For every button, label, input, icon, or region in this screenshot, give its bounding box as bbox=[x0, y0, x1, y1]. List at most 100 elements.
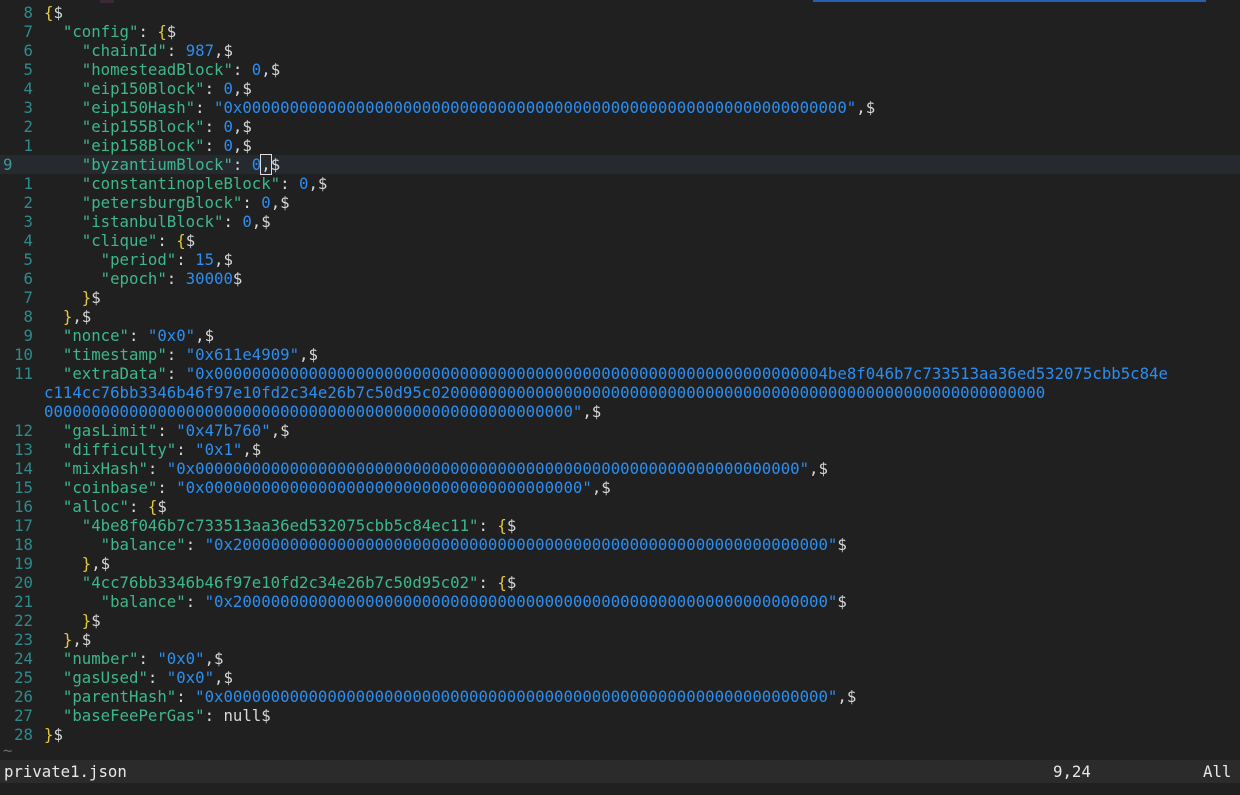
line-text[interactable]: "baseFeePerGas": null$ bbox=[44, 706, 271, 725]
line-text[interactable]: "difficulty": "0x1",$ bbox=[44, 440, 261, 459]
code-line[interactable]: 2 "eip155Block": 0,$ bbox=[0, 117, 1240, 136]
code-line[interactable]: 12 "gasLimit": "0x47b760",$ bbox=[0, 421, 1240, 440]
line-text[interactable]: c114cc76bb3346b46f97e10fd2c34e26b7c50d95… bbox=[44, 383, 1045, 402]
line-text[interactable]: "chainId": 987,$ bbox=[44, 41, 233, 60]
line-text[interactable]: "4be8f046b7c733513aa36ed532075cbb5c84ec1… bbox=[44, 516, 516, 535]
json-key: "mixHash" bbox=[62, 459, 148, 478]
line-text[interactable]: }$ bbox=[44, 288, 101, 307]
code-line[interactable]: 6 "chainId": 987,$ bbox=[0, 41, 1240, 60]
code-line[interactable]: 2 "petersburgBlock": 0,$ bbox=[0, 193, 1240, 212]
code-line[interactable]: 0000000000000000000000000000000000000000… bbox=[0, 402, 1240, 421]
json-punctuation: : bbox=[147, 459, 167, 478]
line-number: 22 bbox=[14, 611, 33, 630]
line-text[interactable]: {$ bbox=[44, 3, 63, 22]
code-line[interactable]: 21 "balance": "0x20000000000000000000000… bbox=[0, 592, 1240, 611]
line-text[interactable]: "epoch": 30000$ bbox=[44, 269, 243, 288]
code-line[interactable]: 9 "nonce": "0x0",$ bbox=[0, 326, 1240, 345]
line-text[interactable]: "4cc76bb3346b46f97e10fd2c34e26b7c50d95c0… bbox=[44, 573, 516, 592]
line-text[interactable]: "extraData": "0x000000000000000000000000… bbox=[44, 364, 1168, 383]
line-text[interactable]: "eip150Block": 0,$ bbox=[44, 79, 252, 98]
code-line[interactable]: 18 "balance": "0x20000000000000000000000… bbox=[0, 535, 1240, 554]
line-text[interactable]: "period": 15,$ bbox=[44, 250, 233, 269]
line-number: 3 bbox=[23, 212, 33, 231]
code-line[interactable]: 8 {$ bbox=[0, 3, 1240, 22]
code-line[interactable]: c114cc76bb3346b46f97e10fd2c34e26b7c50d95… bbox=[0, 383, 1240, 402]
code-line[interactable]: 28}$ bbox=[0, 725, 1240, 744]
line-text[interactable]: "balance": "0x20000000000000000000000000… bbox=[44, 535, 847, 554]
line-text[interactable]: "gasUsed": "0x0",$ bbox=[44, 668, 233, 687]
line-text[interactable]: 0000000000000000000000000000000000000000… bbox=[44, 402, 601, 421]
code-line[interactable]: 23 },$ bbox=[0, 630, 1240, 649]
json-punctuation bbox=[44, 22, 63, 41]
json-brace: { bbox=[147, 497, 158, 516]
line-text[interactable]: "petersburgBlock": 0,$ bbox=[44, 193, 290, 212]
line-text[interactable]: "mixHash": "0x00000000000000000000000000… bbox=[44, 459, 828, 478]
line-text[interactable]: },$ bbox=[44, 554, 110, 573]
code-line[interactable]: 7 }$ bbox=[0, 288, 1240, 307]
line-text[interactable]: "istanbulBlock": 0,$ bbox=[44, 212, 271, 231]
code-line[interactable]: 5 "period": 15,$ bbox=[0, 250, 1240, 269]
line-text[interactable]: "byzantiumBlock": 0,$ bbox=[44, 154, 280, 175]
line-text[interactable]: "parentHash": "0x00000000000000000000000… bbox=[44, 687, 856, 706]
line-text[interactable]: "timestamp": "0x611e4909",$ bbox=[44, 345, 318, 364]
code-line[interactable]: 10 "timestamp": "0x611e4909",$ bbox=[0, 345, 1240, 364]
line-text[interactable]: "number": "0x0",$ bbox=[44, 649, 224, 668]
code-line[interactable]: 17 "4be8f046b7c733513aa36ed532075cbb5c84… bbox=[0, 516, 1240, 535]
line-number: 18 bbox=[14, 535, 33, 554]
code-line[interactable]: 6 "epoch": 30000$ bbox=[0, 269, 1240, 288]
code-line[interactable]: 7 "config": {$ bbox=[0, 22, 1240, 41]
json-key: "epoch" bbox=[100, 269, 167, 288]
json-key: "coinbase" bbox=[62, 478, 158, 497]
code-line[interactable]: 16 "alloc": {$ bbox=[0, 497, 1240, 516]
code-line[interactable]: 11 "extraData": "0x000000000000000000000… bbox=[0, 364, 1240, 383]
code-line[interactable]: 8 },$ bbox=[0, 307, 1240, 326]
json-punctuation: ,$ bbox=[261, 60, 281, 79]
code-line[interactable]: 3 "istanbulBlock": 0,$ bbox=[0, 212, 1240, 231]
line-text[interactable]: "alloc": {$ bbox=[44, 497, 167, 516]
line-text[interactable]: "nonce": "0x0",$ bbox=[44, 326, 214, 345]
vim-editor[interactable]: 8 {$ 7 "config": {$ 6 "chainId": 987,$ 5 "ho… bbox=[0, 0, 1240, 760]
json-punctuation: : bbox=[129, 326, 148, 345]
line-text[interactable]: }$ bbox=[44, 611, 101, 630]
line-text[interactable]: "homesteadBlock": 0,$ bbox=[44, 60, 280, 79]
line-text[interactable]: "eip158Block": 0,$ bbox=[44, 136, 252, 155]
line-text[interactable]: "eip155Block": 0,$ bbox=[44, 117, 252, 136]
line-text[interactable]: "clique": {$ bbox=[44, 231, 195, 250]
json-punctuation: : bbox=[195, 98, 215, 117]
line-text[interactable]: "coinbase": "0x0000000000000000000000000… bbox=[44, 478, 611, 497]
code-line[interactable]: 1 "constantinopleBlock": 0,$ bbox=[0, 174, 1240, 193]
code-line[interactable]: 3 "eip150Hash": "0x000000000000000000000… bbox=[0, 98, 1240, 117]
cursor-line[interactable]: 9 "byzantiumBlock": 0,$ bbox=[0, 154, 1240, 175]
code-line[interactable]: 4 "clique": {$ bbox=[0, 231, 1240, 250]
code-line[interactable]: 15 "coinbase": "0x0000000000000000000000… bbox=[0, 478, 1240, 497]
command-line[interactable] bbox=[0, 783, 1240, 795]
code-line[interactable]: 13 "difficulty": "0x1",$ bbox=[0, 440, 1240, 459]
json-punctuation bbox=[44, 649, 63, 668]
line-text[interactable]: }$ bbox=[44, 725, 63, 744]
line-text[interactable]: "gasLimit": "0x47b760",$ bbox=[44, 421, 290, 440]
code-line[interactable]: 26 "parentHash": "0x00000000000000000000… bbox=[0, 687, 1240, 706]
code-line[interactable]: 20 "4cc76bb3346b46f97e10fd2c34e26b7c50d9… bbox=[0, 573, 1240, 592]
json-punctuation bbox=[44, 364, 63, 383]
code-line[interactable]: 27 "baseFeePerGas": null$ bbox=[0, 706, 1240, 725]
code-line[interactable]: 5 "homesteadBlock": 0,$ bbox=[0, 60, 1240, 79]
line-text[interactable]: },$ bbox=[44, 307, 91, 326]
code-line[interactable]: 24 "number": "0x0",$ bbox=[0, 649, 1240, 668]
line-text[interactable]: },$ bbox=[44, 630, 91, 649]
code-line[interactable]: 19 },$ bbox=[0, 554, 1240, 573]
json-punctuation bbox=[44, 459, 63, 478]
json-key: "balance" bbox=[100, 535, 186, 554]
code-line[interactable]: 14 "mixHash": "0x00000000000000000000000… bbox=[0, 459, 1240, 478]
code-line[interactable]: 22 }$ bbox=[0, 611, 1240, 630]
line-text[interactable]: "config": {$ bbox=[44, 22, 176, 41]
json-key: "eip150Hash" bbox=[81, 98, 196, 117]
code-line[interactable]: 1 "eip158Block": 0,$ bbox=[0, 136, 1240, 155]
line-text[interactable]: "eip150Hash": "0x00000000000000000000000… bbox=[44, 98, 875, 117]
code-line[interactable]: 25 "gasUsed": "0x0",$ bbox=[0, 668, 1240, 687]
json-key: "clique" bbox=[81, 231, 158, 250]
json-punctuation bbox=[44, 687, 63, 706]
json-string: c114cc76bb3346b46f97e10fd2c34e26b7c50d95… bbox=[44, 383, 1046, 402]
line-text[interactable]: "constantinopleBlock": 0,$ bbox=[44, 174, 328, 193]
code-line[interactable]: 4 "eip150Block": 0,$ bbox=[0, 79, 1240, 98]
line-text[interactable]: "balance": "0x20000000000000000000000000… bbox=[44, 592, 847, 611]
